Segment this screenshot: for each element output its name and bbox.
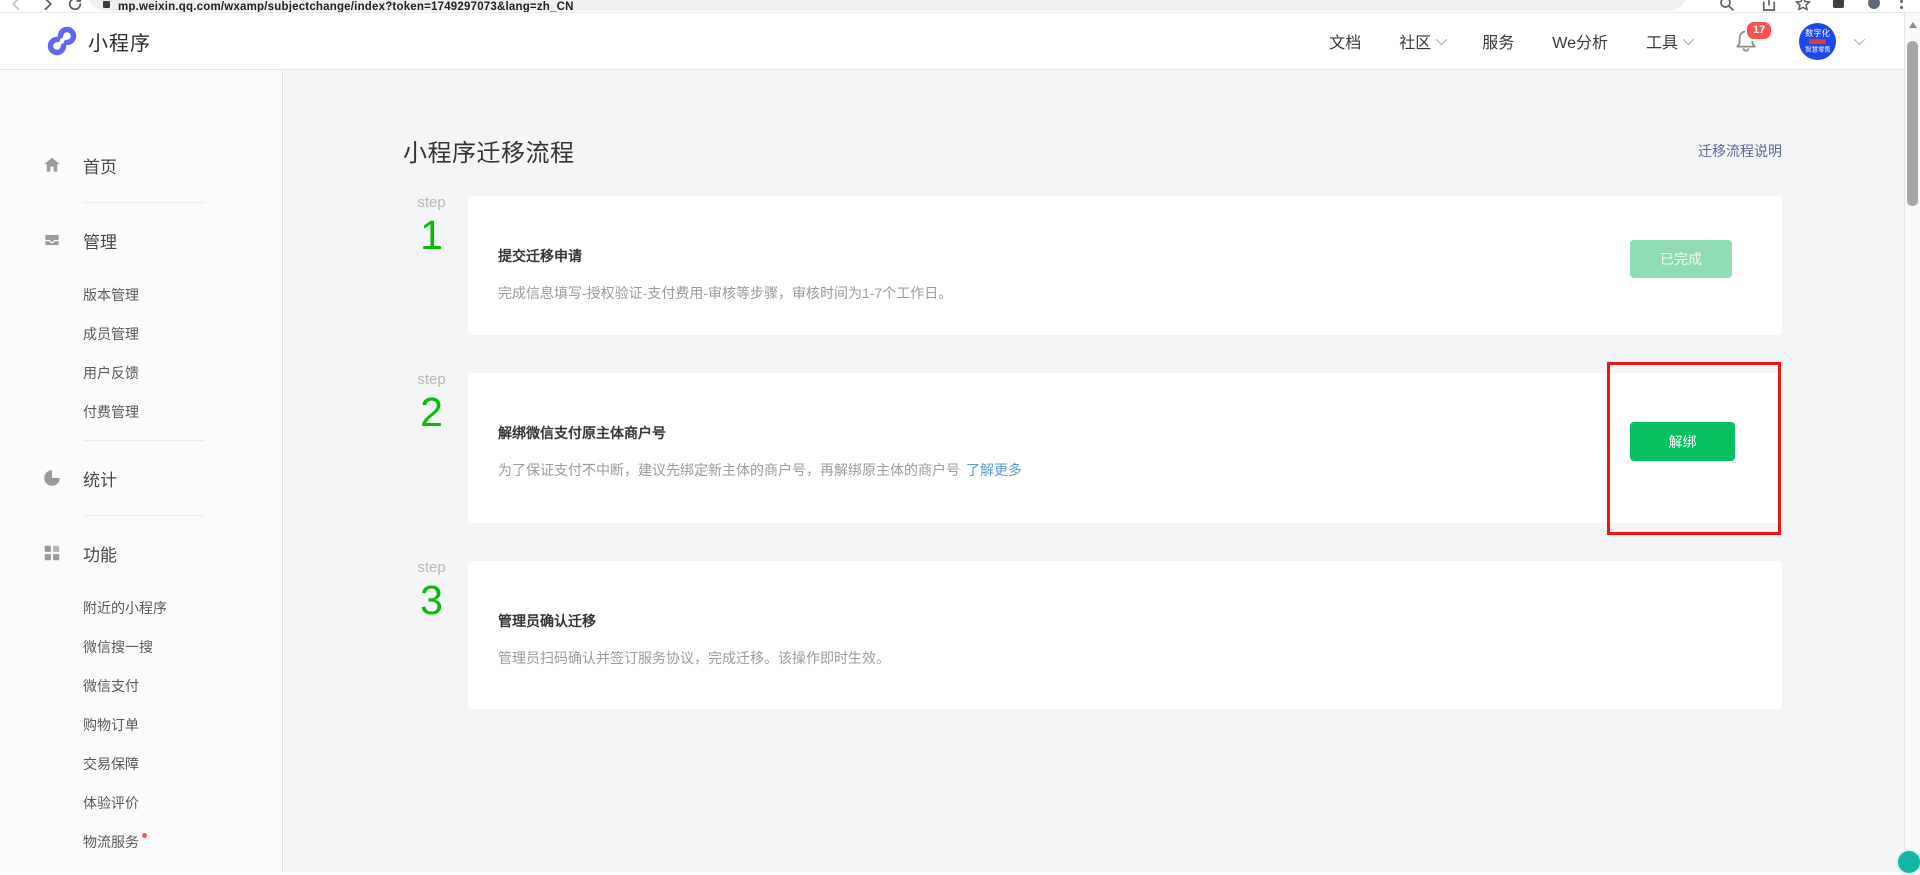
notification-badge: 17 <box>1745 20 1773 41</box>
step-card-unbind: 解绑微信支付原主体商户号 为了保证支付不中断，建议先绑定新主体的商户号，再解绑原… <box>468 373 1782 523</box>
forward-icon[interactable] <box>38 0 56 13</box>
notification-bell-button[interactable]: 17 <box>1733 28 1759 54</box>
sidebar-subitem-logistics[interactable]: 物流服务 <box>83 822 282 861</box>
step-number: 2 <box>403 391 460 434</box>
pie-chart-icon <box>42 468 62 488</box>
new-badge-dot <box>142 833 147 838</box>
nav-docs[interactable]: 文档 <box>1329 29 1361 53</box>
site-info-icon[interactable] <box>103 1 110 8</box>
page-title: 小程序迁移流程 <box>403 133 575 168</box>
page-scrollbar[interactable] <box>1904 13 1920 872</box>
step-word: step <box>403 196 460 210</box>
account-avatar[interactable]: 数字化 智慧零售 <box>1799 23 1836 60</box>
browser-chrome: mp.weixin.qq.com/wxamp/subjectchange/ind… <box>0 0 1920 13</box>
step-row-2: step 2 解绑微信支付原主体商户号 为了保证支付不中断，建议先绑定新主体的商… <box>403 373 1782 523</box>
avatar-red-chip <box>1809 39 1826 44</box>
step-desc: 完成信息填写-授权验证-支付费用-审核等步骤，审核时间为1-7个工作日。 <box>498 283 1782 303</box>
main-panel: 小程序迁移流程 迁移流程说明 step 1 提交迁移申请 完成信息填写-授权验证… <box>284 70 1904 872</box>
step-title: 解绑微信支付原主体商户号 <box>498 423 1782 443</box>
sidebar-divider <box>83 440 205 441</box>
app-title: 小程序 <box>88 27 151 56</box>
search-icon[interactable] <box>1718 0 1736 13</box>
step-desc: 管理员扫码确认并签订服务协议，完成迁移。该操作即时生效。 <box>498 648 1782 668</box>
home-icon <box>42 155 62 175</box>
step-word: step <box>403 561 460 575</box>
extension-icon[interactable] <box>1833 0 1844 8</box>
step-title: 管理员确认迁移 <box>498 611 1782 631</box>
nav-community[interactable]: 社区 <box>1399 29 1444 53</box>
share-icon[interactable] <box>1760 0 1778 13</box>
step-card-confirm: 管理员确认迁移 管理员扫码确认并签订服务协议，完成迁移。该操作即时生效。 <box>468 561 1782 709</box>
sidebar-subitem-members[interactable]: 成员管理 <box>83 314 282 353</box>
features-sublist: 附近的小程序 微信搜一搜 微信支付 购物订单 交易保障 体验评价 物流服务 <box>0 588 282 861</box>
manage-sublist: 版本管理 成员管理 用户反馈 付费管理 <box>0 275 282 431</box>
back-icon[interactable] <box>8 0 26 13</box>
sidebar-subitem-search[interactable]: 微信搜一搜 <box>83 627 282 666</box>
sidebar-item-manage[interactable]: 管理 <box>42 225 282 255</box>
nav-tools[interactable]: 工具 <box>1646 29 1691 53</box>
unbind-button[interactable]: 解绑 <box>1630 422 1735 461</box>
chevron-down-icon <box>1683 34 1694 45</box>
sidebar-subitem-feedback[interactable]: 用户反馈 <box>83 353 282 392</box>
sidebar-subitem-version[interactable]: 版本管理 <box>83 275 282 314</box>
bookmark-star-icon[interactable] <box>1794 0 1812 13</box>
step-row-1: step 1 提交迁移申请 完成信息填写-授权验证-支付费用-审核等步骤，审核时… <box>403 196 1782 335</box>
sidebar-divider <box>83 202 205 203</box>
top-nav: 文档 社区 服务 We分析 工具 <box>1329 29 1691 53</box>
sidebar-item-stats[interactable]: 统计 <box>42 463 282 493</box>
floating-assistant-widget[interactable] <box>1896 849 1920 875</box>
browser-menu-icon[interactable] <box>1900 0 1903 12</box>
tray-icon <box>42 230 62 250</box>
sidebar-divider <box>83 515 205 516</box>
sidebar: 首页 管理 版本管理 成员管理 用户反馈 付费管理 统计 功能 附近的小程序 微… <box>0 70 283 872</box>
sidebar-subitem-payment[interactable]: 付费管理 <box>83 392 282 431</box>
sidebar-subitem-wepay[interactable]: 微信支付 <box>83 666 282 705</box>
sidebar-subitem-review[interactable]: 体验评价 <box>83 783 282 822</box>
completed-button: 已完成 <box>1630 240 1732 278</box>
step-number: 3 <box>403 579 460 622</box>
browser-profile-icon[interactable] <box>1868 0 1880 9</box>
nav-we-analytics[interactable]: We分析 <box>1552 29 1608 53</box>
nav-service[interactable]: 服务 <box>1482 29 1514 53</box>
sidebar-subitem-guarantee[interactable]: 交易保障 <box>83 744 282 783</box>
sidebar-subitem-orders[interactable]: 购物订单 <box>83 705 282 744</box>
app-header: 小程序 文档 社区 服务 We分析 工具 17 数字化 智慧零售 <box>0 13 1920 70</box>
sidebar-item-home[interactable]: 首页 <box>42 150 282 180</box>
scrollbar-thumb[interactable] <box>1907 41 1918 206</box>
url-bar[interactable]: mp.weixin.qq.com/wxamp/subjectchange/ind… <box>88 0 1686 11</box>
learn-more-link[interactable]: 了解更多 <box>966 462 1022 478</box>
account-chevron-down-icon[interactable] <box>1854 34 1865 45</box>
step-word: step <box>403 373 460 387</box>
sidebar-item-features[interactable]: 功能 <box>42 538 282 568</box>
url-text: mp.weixin.qq.com/wxamp/subjectchange/ind… <box>118 1 574 13</box>
chevron-down-icon <box>1436 34 1447 45</box>
miniprogram-logo-icon[interactable] <box>44 23 80 59</box>
step-row-3: step 3 管理员确认迁移 管理员扫码确认并签订服务协议，完成迁移。该操作即时… <box>403 561 1782 709</box>
step-title: 提交迁移申请 <box>498 246 1782 266</box>
sidebar-subitem-nearby[interactable]: 附近的小程序 <box>83 588 282 627</box>
step-card-submit: 提交迁移申请 完成信息填写-授权验证-支付费用-审核等步骤，审核时间为1-7个工… <box>468 196 1782 335</box>
scroll-up-arrow-icon[interactable] <box>1909 22 1917 28</box>
reload-icon[interactable] <box>66 0 84 13</box>
grid-icon <box>42 543 62 563</box>
step-number: 1 <box>403 214 460 257</box>
migration-help-link[interactable]: 迁移流程说明 <box>1698 141 1782 161</box>
step-desc: 为了保证支付不中断，建议先绑定新主体的商户号，再解绑原主体的商户号了解更多 <box>498 460 1782 480</box>
